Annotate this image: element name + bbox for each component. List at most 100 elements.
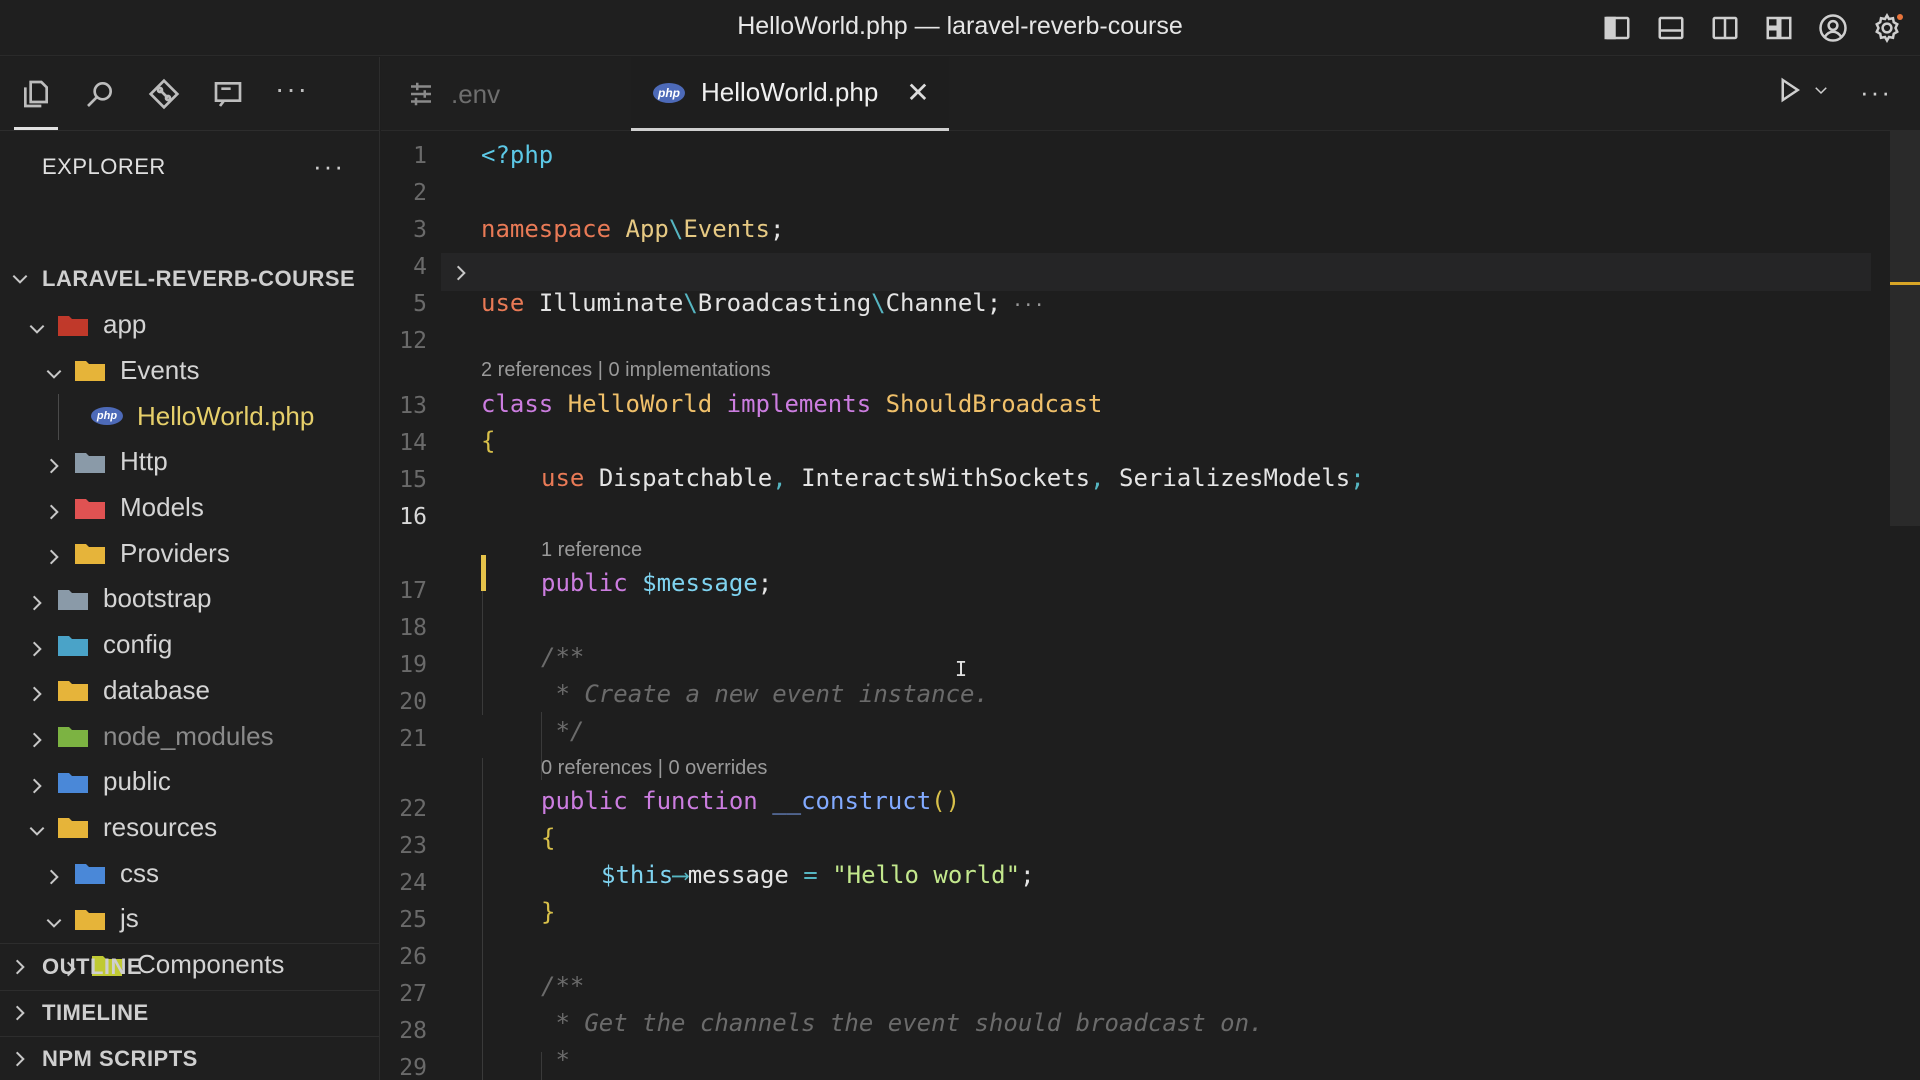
settings-gear-icon[interactable] [1868, 10, 1906, 46]
panel-label: NPM SCRIPTS [42, 1046, 198, 1071]
folded-code-indicator[interactable]: ··· [1012, 295, 1045, 316]
tree-folder-item[interactable]: database [0, 668, 380, 712]
chevron-right-icon [44, 498, 64, 519]
explorer-icon[interactable] [14, 74, 58, 130]
search-icon[interactable] [84, 74, 116, 114]
code-line-3: namespace App\Events; [481, 215, 785, 243]
code-line-17: public $message; [541, 569, 773, 597]
tree-item-label: HelloWorld.php [137, 400, 315, 431]
editor-more-icon[interactable]: ··· [1860, 77, 1892, 108]
panel-header-npm-scripts[interactable]: NPM SCRIPTS [0, 1037, 380, 1080]
line-highlight [441, 253, 1871, 291]
folder-open-icon [57, 312, 89, 338]
chevron-right-icon [44, 543, 64, 565]
code-line-25: } [541, 898, 556, 926]
line-number: 19 [399, 652, 427, 678]
tree-folder-item[interactable]: node_modules [0, 714, 380, 758]
code-line-15: use Dispatchable, InteractsWithSockets, … [541, 464, 1365, 492]
line-number: 22 [399, 796, 427, 822]
tree-folder-item[interactable]: public [0, 760, 380, 804]
tab-bar: .env php HelloWorld.php ✕ ··· [381, 57, 1920, 131]
tree-item-label: Models [120, 492, 204, 522]
tree-item-label: Http [120, 446, 168, 477]
chevron-down-icon [27, 817, 47, 837]
tree-folder-item[interactable]: Http [0, 440, 380, 484]
tree-folder-item[interactable]: Providers [0, 531, 380, 575]
line-number: 28 [399, 1018, 427, 1044]
line-number: 29 [399, 1055, 427, 1080]
chevron-right-icon [44, 452, 64, 474]
tab-label: HelloWorld.php [701, 77, 879, 107]
code-editor[interactable]: 1 2 3 4 5 12 13 14 15 16 17 18 19 20 21 22 23 24 25 26 27 28 2… [381, 131, 1920, 1080]
codelens-class[interactable]: 2 references | 0 implementations [481, 359, 771, 382]
tree-item-label: database [103, 674, 210, 705]
tab-helloworld-php[interactable]: php HelloWorld.php ✕ [631, 57, 949, 131]
remote-explorer-icon[interactable] [212, 74, 244, 114]
line-number: 20 [399, 689, 427, 715]
code-line-14: { [481, 427, 496, 455]
close-tab-icon[interactable]: ✕ [906, 76, 929, 109]
chevron-right-icon [10, 957, 30, 977]
tab-env[interactable]: .env [405, 57, 500, 131]
tree-folder-item[interactable]: Events [0, 348, 380, 392]
tree-item-label: Providers [120, 537, 230, 568]
panel-header-outline[interactable]: OUTLINE [0, 945, 380, 989]
line-number: 25 [399, 907, 427, 933]
folder-icon [74, 540, 106, 566]
more-icon[interactable]: ··· [275, 73, 308, 114]
scrollbar-thumb[interactable] [1890, 131, 1920, 526]
tree-item-label: js [120, 903, 139, 934]
tree-folder-item[interactable]: css [0, 851, 380, 895]
tree-file-item[interactable]: php HelloWorld.php [0, 394, 380, 438]
code-line-23: { [541, 824, 556, 852]
editor-area: .env php HelloWorld.php ✕ ··· 1 2 3 4 5 12 13 1… [381, 57, 1920, 1080]
tree-item-label: bootstrap [103, 583, 212, 614]
line-number: 17 [399, 578, 427, 604]
source-control-icon[interactable] [148, 74, 180, 114]
folder-icon [57, 723, 89, 749]
code-line-20: * Create a new event instance. [541, 680, 989, 708]
fold-chevron-icon[interactable] [451, 261, 471, 281]
tree-folder-item[interactable]: resources [0, 805, 380, 849]
notification-dot [1897, 14, 1903, 20]
chevron-right-icon [27, 589, 47, 611]
explorer-more-button[interactable]: ··· [313, 151, 345, 182]
line-number: 3 [413, 217, 427, 243]
explorer-root-folder[interactable]: LARAVEL-REVERB-COURSE [0, 257, 380, 301]
tree-folder-item[interactable]: js [0, 897, 380, 941]
account-icon[interactable] [1814, 10, 1852, 46]
code-line-19: /** [541, 643, 585, 671]
chevron-down-icon [44, 360, 64, 380]
folder-icon [57, 632, 89, 658]
explorer-header: EXPLORER ··· [0, 131, 379, 203]
codelens-message[interactable]: 1 reference [541, 539, 642, 562]
tree-item-label: app [103, 309, 147, 340]
line-number: 16 [399, 504, 427, 530]
line-number: 2 [413, 180, 427, 206]
folder-open-icon [74, 357, 106, 383]
codelens-construct[interactable]: 0 references | 0 overrides [541, 757, 767, 780]
tree-item-label: css [120, 857, 159, 888]
code-line-28: * Get the channels the event should broa… [541, 1009, 1264, 1037]
tree-item-label: Events [120, 354, 200, 385]
scrollbar[interactable] [1890, 131, 1920, 1080]
php-file-icon: php [91, 403, 123, 429]
panel-header-timeline[interactable]: TIMELINE [0, 991, 380, 1035]
tree-folder-item[interactable]: app [0, 303, 380, 347]
chevron-right-icon [10, 1049, 30, 1069]
code-line-21: */ [541, 717, 585, 745]
line-number: 13 [399, 393, 427, 419]
toggle-secondary-sidebar-icon[interactable] [1706, 10, 1744, 46]
tree-folder-item[interactable]: bootstrap [0, 577, 380, 621]
toggle-panel-icon[interactable] [1652, 10, 1690, 46]
chevron-right-icon [27, 680, 47, 702]
chevron-down-icon[interactable] [1812, 81, 1830, 104]
folder-icon [57, 586, 89, 612]
customize-layout-icon[interactable] [1760, 10, 1798, 46]
tree-folder-item[interactable]: config [0, 623, 380, 667]
chevron-right-icon [44, 863, 64, 885]
toggle-sidebar-icon[interactable] [1598, 10, 1636, 46]
run-icon[interactable] [1774, 75, 1804, 110]
tree-folder-item[interactable]: Models [0, 486, 380, 530]
panel-label: OUTLINE [42, 954, 143, 979]
